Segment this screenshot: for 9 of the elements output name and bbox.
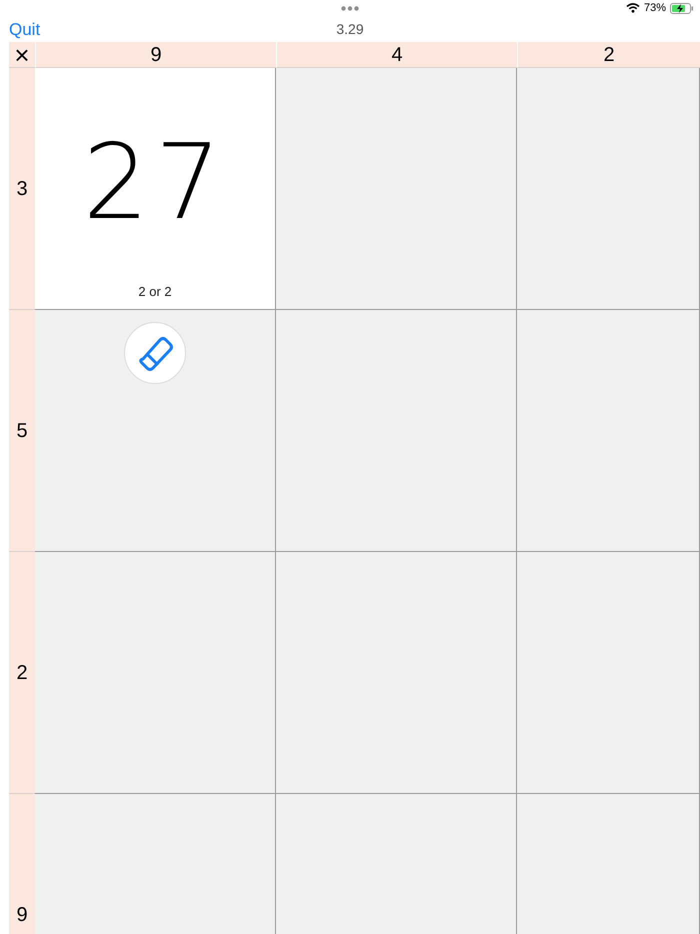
- handwritten-answer: 27: [82, 130, 228, 234]
- answer-cell[interactable]: 27 2 or 2: [35, 68, 276, 310]
- battery-charging-icon: [670, 2, 694, 14]
- puzzle-title: 3.29: [336, 20, 364, 39]
- battery-percent: 73%: [644, 1, 666, 16]
- more-icon[interactable]: [341, 6, 359, 11]
- wifi-icon: [626, 3, 640, 14]
- quit-button[interactable]: Quit: [9, 16, 40, 42]
- hint-text: 2 or 2: [138, 282, 172, 300]
